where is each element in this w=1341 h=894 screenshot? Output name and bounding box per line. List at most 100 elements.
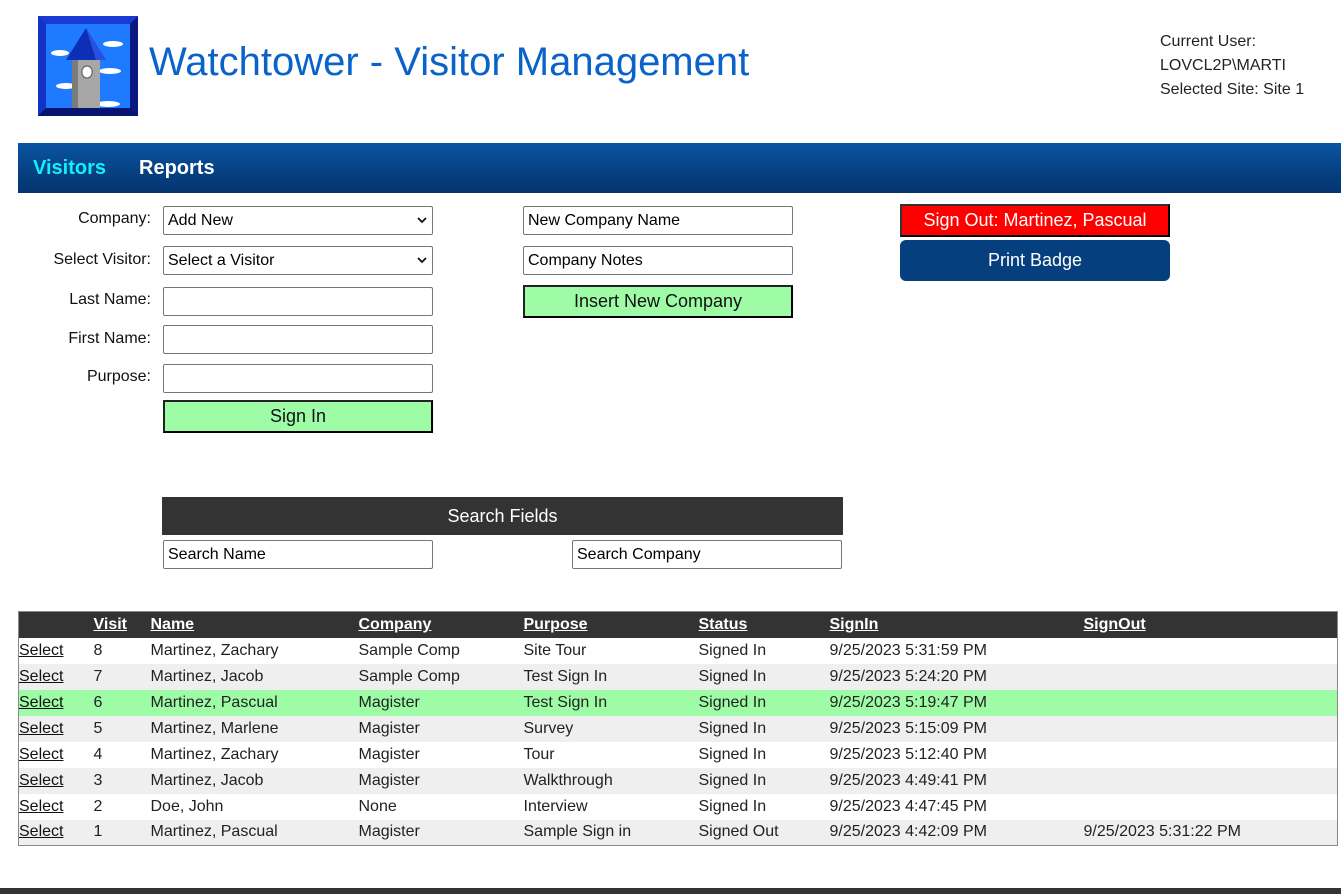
name-cell: Martinez, Zachary <box>150 741 359 768</box>
select-cell: Select <box>18 689 94 716</box>
signin-cell: 9/25/2023 5:19:47 PM <box>829 689 1084 716</box>
company-cell: Magister <box>358 715 524 742</box>
name-cell: Martinez, Jacob <box>150 767 359 794</box>
nav-item-visitors[interactable]: Visitors <box>33 157 106 180</box>
company-cell: Sample Comp <box>358 663 524 690</box>
print-badge-button[interactable]: Print Badge <box>900 240 1170 281</box>
table-row: Select 1 Martinez, Pascual Magister Sample S… <box>18 819 1338 846</box>
sort-signout-link[interactable]: SignOut <box>1084 616 1146 633</box>
sort-purpose-link[interactable]: Purpose <box>524 616 588 633</box>
purpose-input[interactable] <box>163 364 433 393</box>
purpose-cell: Sample Sign in <box>523 819 699 846</box>
visit-cell: 5 <box>93 715 151 742</box>
name-cell: Martinez, Pascual <box>150 689 359 716</box>
status-cell: Signed In <box>698 689 830 716</box>
company-cell: Magister <box>358 689 524 716</box>
select-link[interactable]: Select <box>19 746 63 763</box>
select-link[interactable]: Select <box>19 720 63 737</box>
signout-cell <box>1083 741 1338 768</box>
company-cell: Magister <box>358 767 524 794</box>
column-header-select <box>18 611 94 638</box>
name-cell: Martinez, Marlene <box>150 715 359 742</box>
main-nav: Visitors Reports <box>18 143 1341 193</box>
signout-cell <box>1083 767 1338 794</box>
select-visitor-label: Select Visitor: <box>53 251 151 268</box>
company-cell: None <box>358 793 524 820</box>
sort-company-link[interactable]: Company <box>359 616 432 633</box>
select-cell: Select <box>18 819 94 846</box>
company-cell: Sample Comp <box>358 637 524 664</box>
table-body: Select 8 Martinez, Zachary Sample Comp Site … <box>18 637 1338 846</box>
sort-visit-link[interactable]: Visit <box>94 616 128 633</box>
select-link[interactable]: Select <box>19 642 63 659</box>
company-cell: Magister <box>358 741 524 768</box>
last-name-input[interactable] <box>163 287 433 316</box>
first-name-input[interactable] <box>163 325 433 354</box>
signout-cell <box>1083 715 1338 742</box>
name-cell: Martinez, Zachary <box>150 637 359 664</box>
signin-cell: 9/25/2023 4:42:09 PM <box>829 819 1084 846</box>
search-company-input[interactable] <box>572 540 842 569</box>
table-row: Select 8 Martinez, Zachary Sample Comp Site … <box>18 637 1338 664</box>
table-row: Select 2 Doe, John None Interview Signed In 9/… <box>18 793 1338 820</box>
table-row: Select 5 Martinez, Marlene Magister Survey Si… <box>18 715 1338 742</box>
visit-cell: 7 <box>93 663 151 690</box>
purpose-cell: Tour <box>523 741 699 768</box>
select-cell: Select <box>18 637 94 664</box>
new-company-name-input[interactable] <box>523 206 793 235</box>
watchtower-logo-icon <box>38 16 138 116</box>
search-fields-header: Search Fields <box>162 497 843 535</box>
column-header-signout[interactable]: SignOut <box>1083 611 1338 638</box>
selected-site: Selected Site: Site 1 <box>1160 81 1305 98</box>
select-cell: Select <box>18 741 94 768</box>
select-link[interactable]: Select <box>19 823 63 840</box>
select-link[interactable]: Select <box>19 668 63 685</box>
visit-cell: 8 <box>93 637 151 664</box>
search-name-input[interactable] <box>163 540 433 569</box>
table-header-row: Visit Name Company Purpose Status SignIn… <box>18 611 1338 638</box>
nav-item-reports[interactable]: Reports <box>139 157 215 180</box>
current-user-value: LOVCL2P\MARTI <box>1160 57 1286 74</box>
signin-cell: 9/25/2023 4:49:41 PM <box>829 767 1084 794</box>
signin-cell: 9/25/2023 5:12:40 PM <box>829 741 1084 768</box>
purpose-cell: Test Sign In <box>523 689 699 716</box>
select-cell: Select <box>18 767 94 794</box>
purpose-cell: Site Tour <box>523 637 699 664</box>
column-header-purpose[interactable]: Purpose <box>523 611 699 638</box>
column-header-signin[interactable]: SignIn <box>829 611 1084 638</box>
table-row: Select 4 Martinez, Zachary Magister Tour Sign… <box>18 741 1338 768</box>
footer-bar <box>0 888 1341 894</box>
status-cell: Signed In <box>698 767 830 794</box>
company-select[interactable]: Add New <box>163 206 433 235</box>
select-link[interactable]: Select <box>19 772 63 789</box>
company-label: Company: <box>78 210 151 227</box>
column-header-name[interactable]: Name <box>150 611 359 638</box>
app-title: Watchtower - Visitor Management <box>149 40 750 84</box>
column-header-company[interactable]: Company <box>358 611 524 638</box>
company-notes-input[interactable] <box>523 246 793 275</box>
signout-cell <box>1083 793 1338 820</box>
sign-in-button[interactable]: Sign In <box>163 400 433 433</box>
sign-out-button[interactable]: Sign Out: Martinez, Pascual <box>900 204 1170 237</box>
insert-company-button[interactable]: Insert New Company <box>523 285 793 318</box>
company-cell: Magister <box>358 819 524 846</box>
visitor-select[interactable]: Select a Visitor <box>163 246 433 275</box>
last-name-label: Last Name: <box>69 291 151 308</box>
sort-status-link[interactable]: Status <box>699 616 748 633</box>
visit-cell: 4 <box>93 741 151 768</box>
sort-name-link[interactable]: Name <box>151 616 195 633</box>
sort-signin-link[interactable]: SignIn <box>830 616 879 633</box>
select-cell: Select <box>18 715 94 742</box>
name-cell: Doe, John <box>150 793 359 820</box>
column-header-status[interactable]: Status <box>698 611 830 638</box>
select-link[interactable]: Select <box>19 694 63 711</box>
status-cell: Signed In <box>698 741 830 768</box>
purpose-cell: Survey <box>523 715 699 742</box>
first-name-label: First Name: <box>68 330 151 347</box>
visit-cell: 6 <box>93 689 151 716</box>
visit-cell: 3 <box>93 767 151 794</box>
column-header-visit[interactable]: Visit <box>93 611 151 638</box>
status-cell: Signed In <box>698 663 830 690</box>
select-link[interactable]: Select <box>19 798 63 815</box>
purpose-cell: Interview <box>523 793 699 820</box>
